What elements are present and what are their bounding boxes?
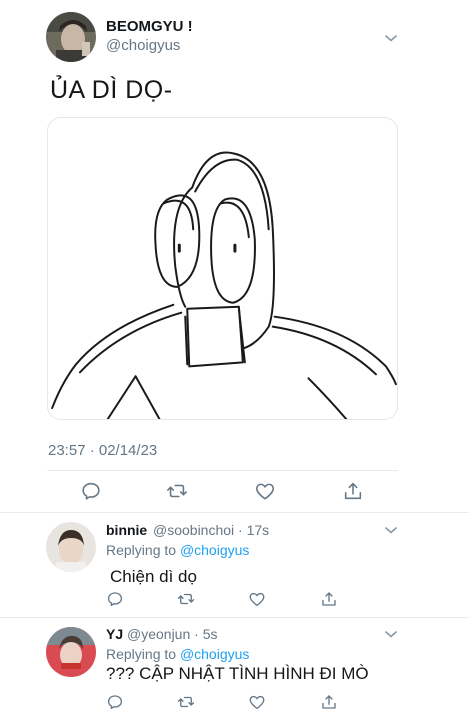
replying-to-prefix: Replying to	[106, 542, 177, 558]
reply-display-name[interactable]: binnie	[106, 522, 147, 538]
replying-to-line: Replying to @choigyus	[106, 542, 249, 558]
tweet-media-image[interactable]	[47, 117, 398, 420]
replying-to-prefix: Replying to	[106, 646, 177, 662]
reply-icon[interactable]	[106, 693, 124, 711]
share-icon[interactable]	[342, 480, 364, 502]
mention-link[interactable]: @choigyus	[180, 646, 249, 662]
reply-icon[interactable]	[106, 590, 124, 608]
tweet-timestamp[interactable]: 23:57 · 02/14/23	[48, 442, 157, 459]
reply-text: Chiện dì dọ	[110, 567, 197, 586]
like-heart-icon[interactable]	[248, 693, 266, 711]
share-icon[interactable]	[320, 693, 338, 711]
retweet-icon[interactable]	[177, 590, 195, 608]
reply-avatar-binnie[interactable]	[46, 522, 96, 572]
chevron-down-icon[interactable]	[383, 30, 399, 46]
chevron-down-icon[interactable]	[383, 522, 399, 538]
main-tweet-text: ỦA DÌ DỌ-	[50, 76, 173, 104]
chevron-down-icon[interactable]	[383, 626, 399, 642]
divider	[0, 617, 469, 618]
sketch-drawing	[51, 151, 397, 419]
like-heart-icon[interactable]	[248, 590, 266, 608]
reply-display-name[interactable]: YJ	[106, 626, 123, 642]
like-heart-icon[interactable]	[254, 480, 276, 502]
divider	[0, 512, 469, 513]
reply-handle[interactable]: @yeonjun · 5s	[127, 626, 217, 642]
main-tweet-handle[interactable]: @choigyus	[106, 37, 180, 54]
retweet-icon[interactable]	[166, 480, 188, 502]
mention-link[interactable]: @choigyus	[180, 542, 249, 558]
share-icon[interactable]	[320, 590, 338, 608]
replying-to-line: Replying to @choigyus	[106, 646, 249, 662]
retweet-icon[interactable]	[177, 693, 195, 711]
reply-avatar-yj[interactable]	[46, 627, 96, 677]
reply-handle[interactable]: @soobinchoi · 17s	[153, 522, 269, 538]
main-tweet-display-name[interactable]: BEOMGYU !	[106, 18, 193, 35]
main-tweet-avatar[interactable]	[46, 12, 96, 62]
reply-icon[interactable]	[80, 480, 102, 502]
reply-text: ??? CẬP NHẬT TÌNH HÌNH ĐI MÒ	[106, 664, 369, 683]
divider	[47, 470, 398, 471]
